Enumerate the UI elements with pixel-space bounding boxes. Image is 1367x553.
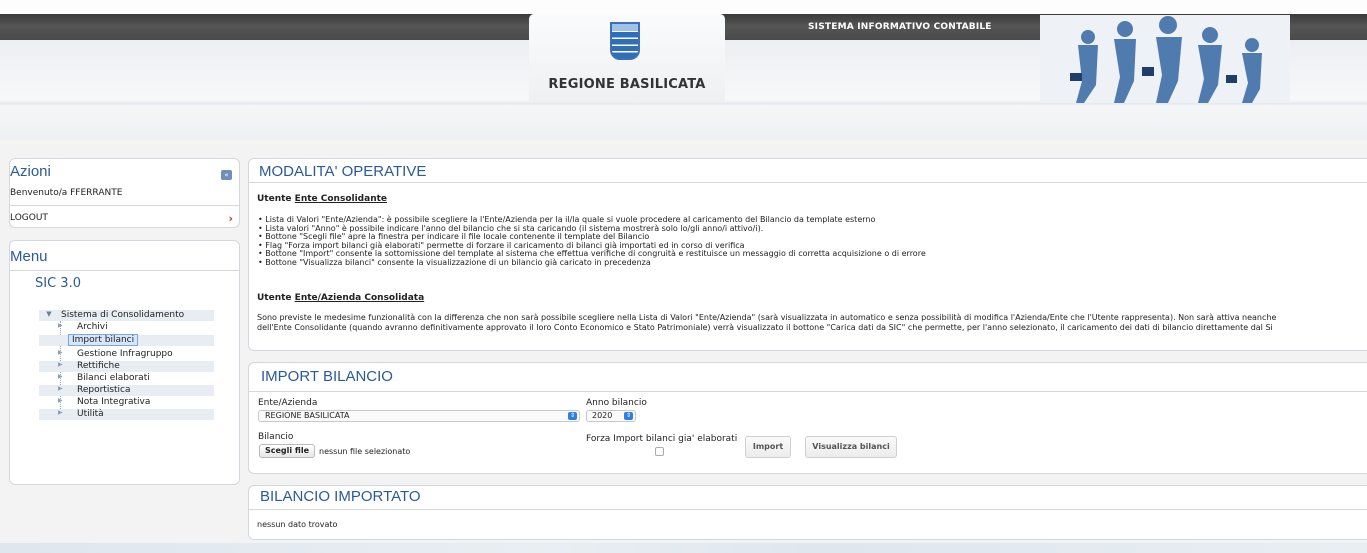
menu-item-bilanci-elaborati[interactable]: ▶ Bilanci elaborati <box>39 373 214 384</box>
menu-item-label: Import bilanci <box>68 334 139 346</box>
region-name: REGIONE BASILICATA <box>548 77 706 92</box>
forza-import-checkbox[interactable] <box>655 447 664 456</box>
menu-item-reportistica[interactable]: ▶ Reportistica <box>39 385 214 396</box>
bilancio-label: Bilancio <box>258 432 294 442</box>
importato-title: BILANCIO IMPORTATO <box>260 488 421 505</box>
consolidata-description: Sono previste le medesime funzionalità c… <box>257 313 1367 333</box>
dropdown-icon: ⇕ <box>624 412 633 420</box>
chevron-right-icon: › <box>228 212 233 225</box>
tree-root-label: Sistema di Consolidamento <box>61 310 185 320</box>
logout-label: LOGOUT <box>10 213 48 223</box>
ente-select[interactable]: REGIONE BASILICATA ⇕ <box>258 410 580 422</box>
import-bilancio-panel: IMPORT BILANCIO Ente/Azienda REGIONE BAS… <box>248 362 1367 474</box>
visualizza-bilanci-button[interactable]: Visualizza bilanci <box>805 436 897 458</box>
divider <box>249 391 1367 392</box>
modalita-title: MODALITA' OPERATIVE <box>259 163 427 180</box>
menu-item-gestione-infragruppo[interactable]: ▶ Gestione Infragruppo <box>39 349 214 360</box>
expand-right-icon[interactable]: ▶ <box>58 349 63 356</box>
menu-item-import-bilanci[interactable]: Import bilanci <box>39 334 214 346</box>
divider <box>10 270 239 271</box>
menu-item-label: Utilità <box>77 409 104 419</box>
ente-label: Ente/Azienda <box>258 398 318 408</box>
menu-item-label: Archivi <box>77 322 108 332</box>
expand-right-icon[interactable]: ▶ <box>58 397 63 404</box>
page-footer <box>0 543 1367 553</box>
page-header: REGIONE BASILICATA SISTEMA INFORMATIVO C… <box>0 0 1367 140</box>
ente-selected-value: REGIONE BASILICATA <box>265 411 350 420</box>
expand-right-icon[interactable]: ▶ <box>58 373 63 380</box>
menu-item-label: Rettifiche <box>77 361 120 371</box>
forza-import-label: Forza Import bilanci gia' elaborati <box>586 434 738 444</box>
bilancio-importato-panel: BILANCIO IMPORTATO nessun dato trovato <box>248 485 1367 540</box>
azioni-title: Azioni <box>10 163 51 180</box>
modalita-operative-panel: MODALITA' OPERATIVE Utente Ente Consolid… <box>248 158 1367 351</box>
divider <box>249 509 1367 510</box>
region-emblem-icon <box>610 22 640 60</box>
section-ente-consolidata: Utente Ente/Azienda Consolidata <box>257 293 424 303</box>
menu-item-label: Bilanci elaborati <box>77 373 150 383</box>
anno-select[interactable]: 2020 ⇕ <box>586 410 636 422</box>
header-people-illustration <box>1040 15 1290 103</box>
empty-state-text: nessun dato trovato <box>257 520 338 529</box>
system-title: SISTEMA INFORMATIVO CONTABILE <box>808 22 992 32</box>
expand-right-icon[interactable]: ▶ <box>58 409 63 416</box>
description-line: Sono previste le medesime funzionalità c… <box>257 313 1277 322</box>
section-prefix: Utente <box>257 293 295 303</box>
menu-item-utilita[interactable]: ▶ Utilità <box>39 409 214 420</box>
region-logo: REGIONE BASILICATA <box>529 14 725 102</box>
description-line: dell'Ente Consolidante (quando avranno d… <box>257 323 1273 332</box>
azioni-panel: Azioni « Benvenuto/a FFERRANTE LOGOUT › <box>9 158 240 228</box>
welcome-text: Benvenuto/a FFERRANTE <box>10 188 123 198</box>
expand-down-icon[interactable]: ▼ <box>39 310 59 318</box>
menu-item-rettifiche[interactable]: ▶ Rettifiche <box>39 361 214 372</box>
menu-item-archivi[interactable]: ▶ Archivi <box>39 322 214 333</box>
section-title: Ente/Azienda Consolidata <box>294 293 425 303</box>
section-prefix: Utente <box>257 194 295 204</box>
section-ente-consolidante: Utente Ente Consolidante <box>257 194 387 204</box>
anno-selected-value: 2020 <box>592 411 613 420</box>
collapse-icon[interactable]: « <box>221 170 232 180</box>
menu-item-nota-integrativa[interactable]: ▶ Nota Integrativa <box>39 397 214 408</box>
menu-item-label: Gestione Infragruppo <box>77 349 173 359</box>
anno-label: Anno bilancio <box>586 398 647 408</box>
instructions-list: Lista di Valori "Ente/Azienda": è possib… <box>258 215 926 268</box>
list-item: Bottone "Visualizza bilanci" consente la… <box>258 258 926 268</box>
menu-item-label: Reportistica <box>77 385 131 395</box>
import-title: IMPORT BILANCIO <box>261 368 393 385</box>
dropdown-icon: ⇕ <box>568 412 577 420</box>
expand-right-icon[interactable]: ▶ <box>58 385 63 392</box>
app-name: SIC 3.0 <box>35 276 81 291</box>
logout-link[interactable]: LOGOUT › <box>10 212 239 225</box>
divider <box>249 182 1367 183</box>
menu-item-label: Nota Integrativa <box>77 397 151 407</box>
section-title: Ente Consolidante <box>294 194 388 204</box>
expand-right-icon[interactable]: ▶ <box>58 322 63 329</box>
choose-file-button[interactable]: Scegli file <box>259 444 316 458</box>
menu-title: Menu <box>10 248 48 265</box>
file-status: nessun file selezionato <box>319 447 411 456</box>
tree-root-consolidamento[interactable]: ▼ Sistema di Consolidamento <box>39 310 214 321</box>
divider <box>10 205 239 206</box>
menu-panel: Menu SIC 3.0 ▼ Sistema di Consolidamento… <box>9 240 240 485</box>
expand-right-icon[interactable]: ▶ <box>58 361 63 368</box>
import-button[interactable]: Import <box>745 436 791 458</box>
